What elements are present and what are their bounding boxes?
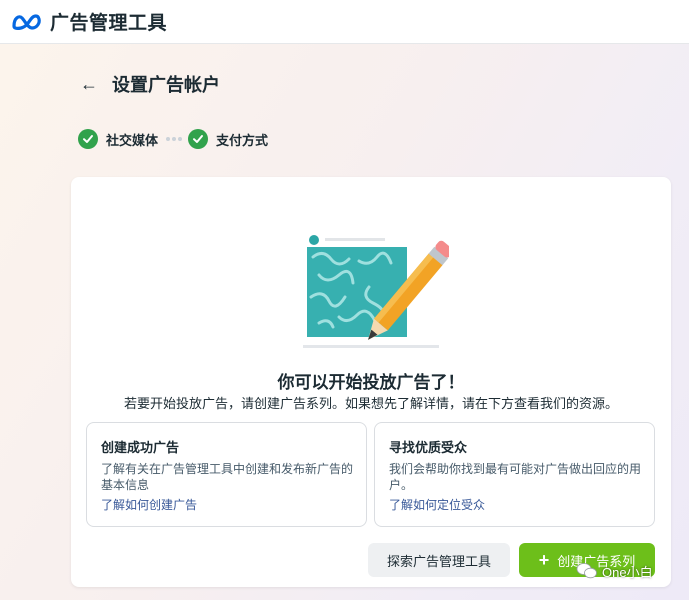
page-header: ← 设置广告帐户 xyxy=(80,71,220,97)
page-title: 设置广告帐户 xyxy=(112,75,220,95)
watermark: One小白 xyxy=(576,560,653,582)
subtitle: 若要开始投放广告，请创建广告系列。如果想先了解详情，请在下方查看我们的资源。 xyxy=(123,396,618,411)
step-social-media: 社交媒体 xyxy=(78,129,158,149)
learn-create-ads-link[interactable]: 了解如何创建广告 xyxy=(101,496,354,513)
resource-card-find-audience: 寻找优质受众 我们会帮助你找到最有可能对广告做出回应的用户。 了解如何定位受众 xyxy=(374,422,655,527)
meta-logo-icon xyxy=(12,13,41,30)
app-title: 广告管理工具 xyxy=(50,13,168,34)
step-label: 支付方式 xyxy=(216,132,269,148)
progress-steps: 社交媒体 支付方式 xyxy=(78,128,268,150)
learn-targeting-link[interactable]: 了解如何定位受众 xyxy=(389,496,642,513)
step-payment-method: 支付方式 xyxy=(188,129,268,149)
headline: 你可以开始投放广告了！ xyxy=(277,373,465,392)
ad-illustration xyxy=(303,233,449,348)
resource-card-create-ads: 创建成功广告 了解有关在广告管理工具中创建和发布新广告的基本信息 了解如何创建广… xyxy=(86,422,367,527)
explore-ads-manager-button[interactable]: 探索广告管理工具 xyxy=(368,543,510,577)
step-label: 社交媒体 xyxy=(106,132,159,148)
resource-card-description: 我们会帮助你找到最有可能对广告做出回应的用户。 xyxy=(389,462,642,492)
checkmark-icon xyxy=(78,129,98,149)
step-connector xyxy=(165,137,183,141)
checkmark-icon xyxy=(188,129,209,149)
back-arrow-icon[interactable]: ← xyxy=(80,75,98,93)
resource-card-description: 了解有关在广告管理工具中创建和发布新广告的基本信息 xyxy=(101,462,354,492)
plus-icon: + xyxy=(538,550,550,570)
resource-card-title: 创建成功广告 xyxy=(101,440,180,455)
resource-card-title: 寻找优质受众 xyxy=(389,440,468,455)
watermark-text: One小白 xyxy=(602,564,653,580)
wechat-icon xyxy=(576,563,597,579)
top-bar: 广告管理工具 xyxy=(0,0,689,44)
main-card: 你可以开始投放广告了！ 若要开始投放广告，请创建广告系列。如果想先了解详情，请在… xyxy=(71,177,671,587)
